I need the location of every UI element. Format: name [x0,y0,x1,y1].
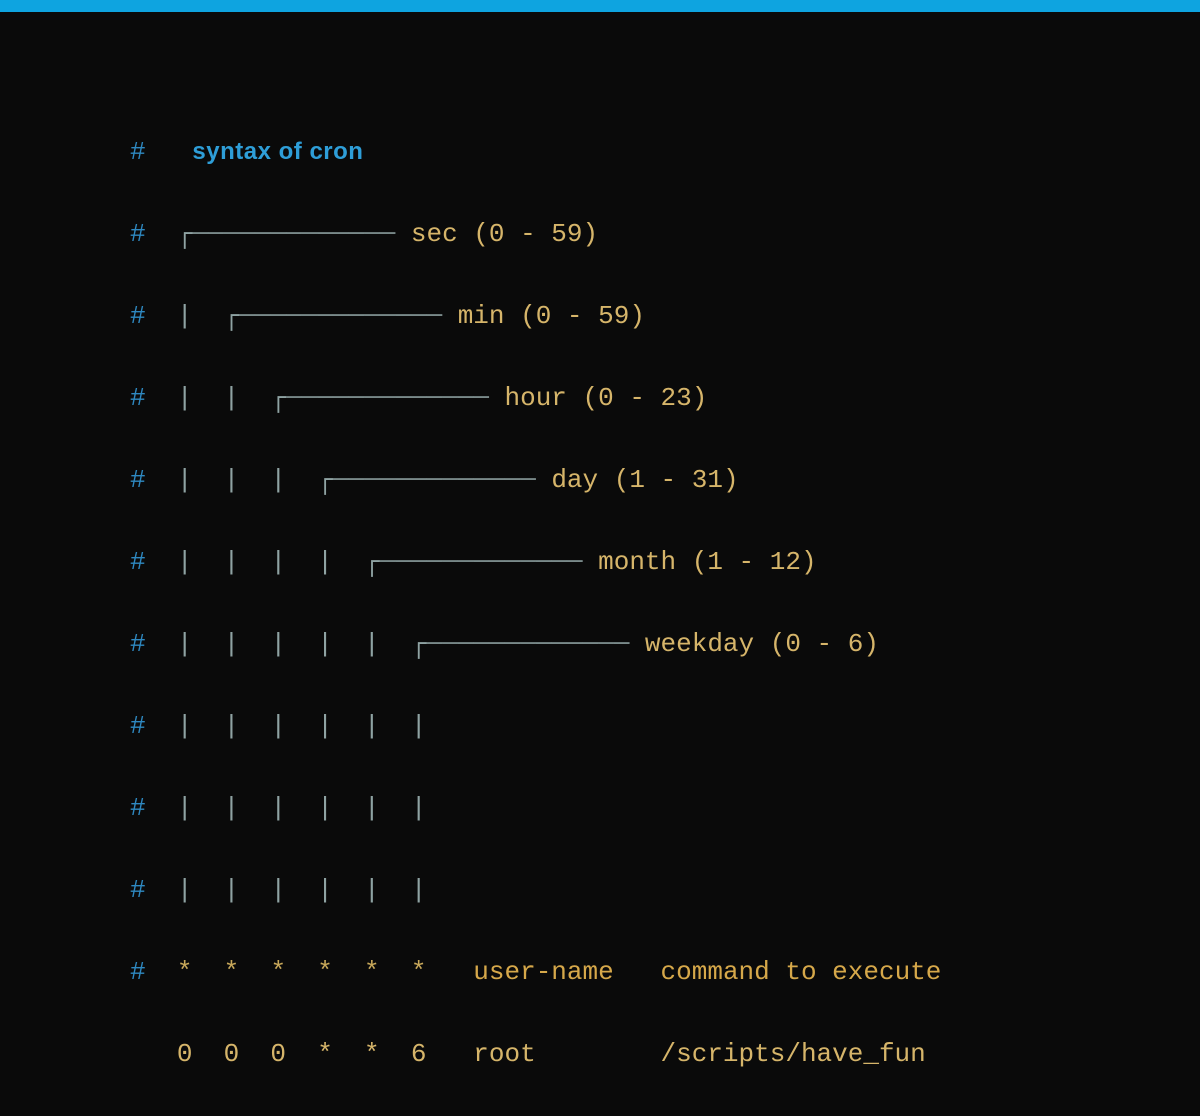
pipe-row: # | | | | | | [130,788,1200,829]
field-month: month (1 - 12) [598,547,816,577]
example-values: 0 0 0 * * 6 [177,1039,427,1069]
top-accent-bar [0,0,1200,12]
month-row: # | | | | ┌───────────── month (1 - 12) [130,542,1200,583]
header-row: # * * * * * * user-name command to execu… [130,952,1200,993]
field-hour: hour (0 - 23) [505,383,708,413]
command-label: command to execute [661,957,942,987]
field-weekday: weekday (0 - 6) [645,629,879,659]
bracket-icon: ┌ [411,629,427,659]
example-row: 0 0 0 * * 6 root /scripts/have_fun [130,1034,1200,1075]
sec-row: # ┌───────────── sec (0 - 59) [130,214,1200,255]
title-row: # syntax of cron [130,131,1200,173]
min-row: # | ┌───────────── min (0 - 59) [130,296,1200,337]
example-command: /scripts/have_fun [661,1039,926,1069]
field-day: day (1 - 31) [551,465,738,495]
day-row: # | | | ┌───────────── day (1 - 31) [130,460,1200,501]
bracket-icon: ┌ [364,547,380,577]
cron-syntax-diagram: # syntax of cron # ┌───────────── sec (0… [0,12,1200,1116]
title-text: syntax of cron [192,138,363,165]
bracket-icon: ┌ [224,301,240,331]
hour-row: # | | ┌───────────── hour (0 - 23) [130,378,1200,419]
field-sec: sec (0 - 59) [411,219,598,249]
pipe-row: # | | | | | | [130,870,1200,911]
field-min: min (0 - 59) [458,301,645,331]
user-label: user-name [473,957,613,987]
example-user: root [473,1039,535,1069]
bracket-icon: ┌ [317,465,333,495]
bracket-icon: ┌ [177,219,193,249]
pipe-row: # | | | | | | [130,706,1200,747]
weekday-row: # | | | | | ┌───────────── weekday (0 - … [130,624,1200,665]
bracket-icon: ┌ [270,383,286,413]
stars: * * * * * * [177,957,427,987]
hash-char: # [130,137,146,167]
